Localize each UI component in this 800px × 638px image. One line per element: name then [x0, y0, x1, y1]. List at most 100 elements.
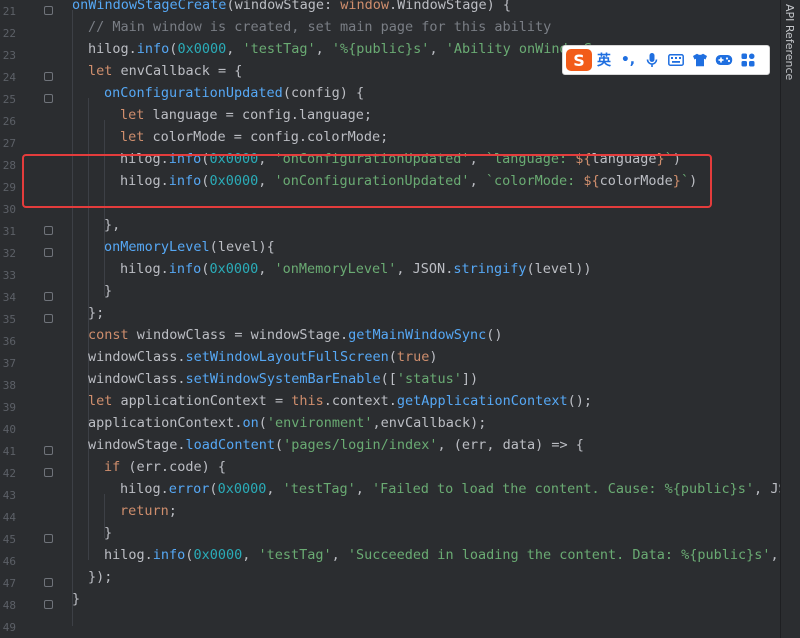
code-token: windowClass — [88, 371, 178, 387]
code-token: 'environment' — [266, 415, 373, 431]
fold-icon[interactable] — [44, 94, 53, 103]
ime-mode-toggle[interactable]: 英 — [592, 48, 616, 72]
code-line[interactable]: windowClass.setWindowSystemBarEnable(['s… — [88, 368, 478, 390]
ime-punctuation-toggle[interactable]: •, — [616, 48, 640, 72]
code-line[interactable]: }, — [104, 214, 120, 236]
code-token: applicationContext — [88, 415, 235, 431]
code-token: , — [242, 547, 259, 563]
line-number: 29 — [2, 181, 16, 194]
code-token: config — [241, 107, 291, 123]
code-line[interactable]: hilog.info (0x0000, 'onMemoryLevel', JSON… — [120, 258, 592, 280]
code-line[interactable]: let colorMode = config.colorMode; — [120, 126, 388, 148]
code-token: . — [160, 481, 169, 497]
code-line[interactable]: onMemoryLevel(level){ — [104, 236, 275, 258]
code-token: ( — [226, 0, 235, 13]
code-line[interactable]: let envCallback = { — [88, 60, 242, 82]
code-token: windowStage — [250, 327, 340, 343]
code-line[interactable]: hilog.info(0x0000, 'testTag', 'Succeeded… — [104, 544, 780, 566]
code-line[interactable]: onWindowStageCreate(windowStage: window.… — [72, 0, 511, 16]
code-token: // Main window is created, set main page… — [88, 19, 552, 35]
code-line[interactable]: const windowClass = windowStage.getMainW… — [88, 324, 503, 346]
code-token: , — [486, 437, 503, 453]
fold-icon[interactable] — [44, 6, 53, 15]
microphone-icon[interactable] — [640, 48, 664, 72]
code-line[interactable]: windowStage.loadContent('pages/login/ind… — [88, 434, 584, 456]
code-line[interactable]: let applicationContext = this.context.ge… — [88, 390, 592, 412]
code-token: code — [169, 459, 202, 475]
fold-icon[interactable] — [44, 600, 53, 609]
line-number: 34 — [2, 291, 16, 304]
fold-icon[interactable] — [44, 248, 53, 257]
fold-icon[interactable] — [44, 314, 53, 323]
code-line[interactable]: onConfigurationUpdated(config) { — [104, 82, 364, 104]
fold-icon[interactable] — [44, 446, 53, 455]
gamepad-icon[interactable] — [712, 48, 736, 72]
fold-icon[interactable] — [44, 578, 53, 587]
code-token: ( — [209, 239, 218, 255]
code-token: 'Failed to load the content. Cause: %{pu… — [372, 481, 755, 497]
fold-icon[interactable] — [44, 534, 53, 543]
toolbox-grid-icon[interactable] — [736, 48, 760, 72]
code-line[interactable]: // Main window is created, set main page… — [88, 16, 551, 38]
line-number: 27 — [2, 137, 16, 150]
code-editor[interactable]: 21 22 23 24 25 26 27 28 29 30 31 32 33 34 35 36 37 38 39 40… — [0, 0, 780, 638]
line-number: 48 — [2, 599, 16, 612]
code-token: . — [388, 393, 397, 409]
code-token: info — [152, 547, 186, 563]
code-token: getMainWindowSync — [348, 327, 487, 343]
code-token: . — [128, 41, 137, 57]
code-token: 'Succeeded in loading the content. Data:… — [347, 547, 771, 563]
fold-icon[interactable] — [44, 468, 53, 477]
code-token: JSON — [412, 261, 446, 277]
code-token: . — [144, 547, 153, 563]
code-token: }); — [88, 569, 113, 585]
code-token: if — [104, 459, 129, 475]
code-token: 'status' — [396, 371, 462, 387]
fold-icon[interactable] — [44, 72, 53, 81]
line-number: 43 — [2, 489, 16, 502]
red-highlight-annotation — [22, 154, 712, 208]
code-line[interactable]: }; — [88, 302, 104, 324]
code-token: envCallback — [380, 415, 471, 431]
code-line[interactable]: return; — [120, 500, 177, 522]
right-tool-window-strip[interactable]: API Reference — [780, 0, 800, 638]
code-token: , — [266, 481, 283, 497]
code-line[interactable]: windowClass.setWindowLayoutFullScreen(tr… — [88, 346, 438, 368]
fold-icon[interactable] — [44, 292, 53, 301]
code-line[interactable]: hilog.info(0x0000, 'testTag', '%{public}… — [88, 38, 592, 60]
line-number: 23 — [2, 49, 16, 62]
line-number: 28 — [2, 159, 16, 172]
code-line[interactable]: }); — [88, 566, 112, 588]
code-token: err — [136, 459, 161, 475]
code-token: )) — [575, 261, 592, 277]
code-token: onWindowStageCreate — [72, 0, 227, 13]
code-token: hilog — [120, 481, 161, 497]
code-token: loadContent — [185, 437, 275, 453]
code-token: stringify — [453, 261, 527, 277]
code-token: getApplicationContext — [396, 393, 568, 409]
ime-toolbar[interactable]: S 英 •, — [562, 45, 770, 75]
code-token: hilog — [88, 41, 129, 57]
code-token: const — [88, 327, 137, 343]
code-line[interactable]: hilog.error(0x0000, 'testTag', 'Failed t… — [120, 478, 780, 500]
code-token: . — [177, 437, 186, 453]
code-token: return — [120, 503, 169, 519]
sogou-logo[interactable]: S — [566, 49, 592, 71]
code-line[interactable]: } — [104, 522, 112, 544]
code-token: envCallback — [120, 63, 210, 79]
code-token: let — [88, 63, 121, 79]
code-token: . — [339, 327, 349, 343]
fold-icon[interactable] — [44, 226, 53, 235]
code-line[interactable]: applicationContext.on('environment',envC… — [88, 412, 486, 434]
api-reference-tab[interactable]: API Reference — [783, 4, 796, 80]
line-number: 38 — [2, 379, 16, 392]
skin-shirt-icon[interactable] — [688, 48, 712, 72]
code-line[interactable]: let language = config.language; — [120, 104, 372, 126]
code-line[interactable]: } — [72, 588, 80, 610]
code-token: , — [429, 41, 446, 57]
keyboard-icon[interactable] — [664, 48, 688, 72]
code-line[interactable]: } — [104, 280, 112, 302]
code-line[interactable]: if (err.code) { — [104, 456, 226, 478]
code-token: = { — [209, 63, 243, 79]
code-token: colorMode — [306, 129, 381, 145]
